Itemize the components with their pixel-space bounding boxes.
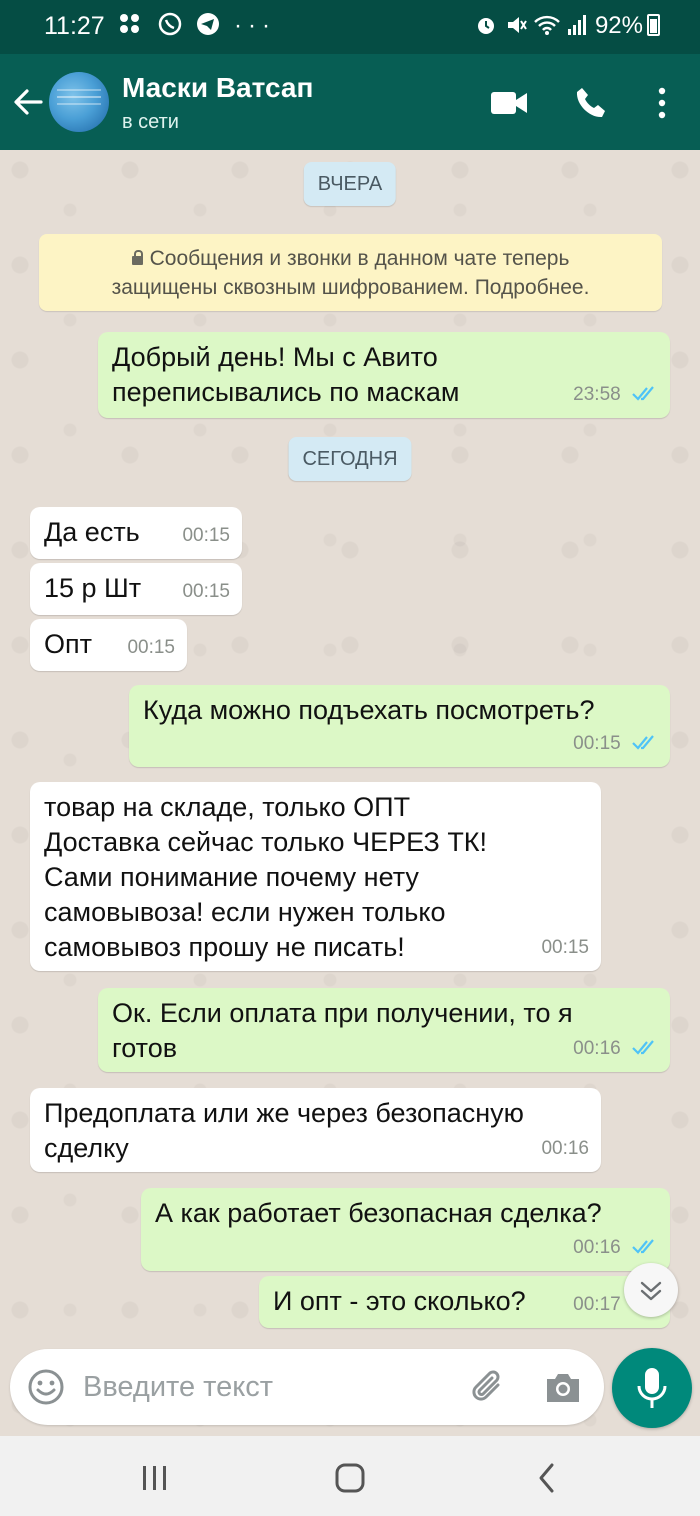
battery-icon xyxy=(647,14,660,36)
recents-icon[interactable] xyxy=(140,1463,170,1493)
message-time: 00:15 xyxy=(541,937,589,958)
back-arrow-icon[interactable] xyxy=(12,86,44,118)
message-time: 00:17 xyxy=(573,1294,621,1315)
date-divider-yesterday: ВЧЕРА xyxy=(303,162,397,206)
message-text: А как работает безопасная сделка? xyxy=(155,1198,602,1228)
message-time: 00:15 xyxy=(182,581,230,602)
mic-icon xyxy=(637,1368,667,1408)
chat-area[interactable]: ВЧЕРА Сообщения и звонки в данном чате т… xyxy=(0,150,700,1435)
message-text: товар на складе, только ОПТ Доставка сей… xyxy=(44,792,488,962)
message-text: Предоплата или же через безопасную сделк… xyxy=(44,1098,524,1163)
contact-name[interactable]: Маски Ватсап xyxy=(122,72,313,104)
attach-icon[interactable] xyxy=(468,1367,508,1407)
status-right: 92% xyxy=(474,12,660,40)
whatsapp-icon xyxy=(158,12,181,36)
encryption-notice-line: защищены сквозным шифрованием. Подробнее… xyxy=(111,276,590,299)
signal-icon xyxy=(568,15,587,35)
message-incoming[interactable]: Да есть 00:15 xyxy=(30,507,242,559)
message-text: И опт - это сколько? xyxy=(273,1286,526,1316)
camera-icon[interactable] xyxy=(543,1370,583,1406)
message-outgoing[interactable]: Добрый день! Мы с Авито переписывались п… xyxy=(98,332,670,418)
notification-icons: ··· xyxy=(118,11,276,40)
mic-button[interactable] xyxy=(612,1348,692,1428)
clock: 11:27 xyxy=(44,12,105,40)
message-text: Ок. Если оплата при получении, то я гото… xyxy=(112,998,573,1063)
home-icon[interactable] xyxy=(334,1462,366,1494)
phone-icon[interactable] xyxy=(574,86,608,120)
encryption-notice[interactable]: Сообщения и звонки в данном чате теперь … xyxy=(39,234,662,311)
status-bar: 11:27 ··· 92% xyxy=(0,0,700,54)
message-text: Да есть xyxy=(44,517,140,547)
telegram-icon xyxy=(197,13,220,35)
read-ticks-icon xyxy=(632,735,654,750)
contact-status: в сети xyxy=(122,111,179,133)
wifi-icon xyxy=(533,15,560,35)
message-outgoing[interactable]: Куда можно подъехать посмотреть? 00:15 xyxy=(129,685,670,767)
message-text: Опт xyxy=(44,629,92,659)
message-time: 00:16 xyxy=(541,1138,589,1159)
message-input[interactable]: Введите текст xyxy=(83,1371,273,1404)
system-nav-bar xyxy=(0,1436,700,1516)
message-meta: 00:16 xyxy=(573,1031,658,1066)
message-text: Куда можно подъехать посмотреть? xyxy=(143,695,595,725)
message-time: 00:15 xyxy=(573,733,621,754)
contact-avatar[interactable] xyxy=(49,72,109,132)
message-outgoing[interactable]: Ок. Если оплата при получении, то я гото… xyxy=(98,988,670,1072)
alarm-icon xyxy=(478,18,495,34)
message-time: 00:15 xyxy=(182,525,230,546)
message-outgoing[interactable]: И опт - это сколько? 00:17 xyxy=(259,1276,670,1328)
message-text: 15 р Шт xyxy=(44,573,142,603)
message-incoming[interactable]: Опт 00:15 xyxy=(30,619,187,671)
emoji-icon[interactable] xyxy=(26,1367,66,1407)
message-incoming[interactable]: Предоплата или же через безопасную сделк… xyxy=(30,1088,601,1172)
message-outgoing[interactable]: А как работает безопасная сделка? 00:16 xyxy=(141,1188,670,1271)
menu-dots-icon[interactable] xyxy=(657,87,667,119)
battery-percent: 92% xyxy=(594,12,643,39)
message-composer[interactable]: Введите текст xyxy=(10,1349,604,1425)
message-time: 00:16 xyxy=(573,1237,621,1258)
message-time: 23:58 xyxy=(573,384,621,405)
encryption-notice-line: Сообщения и звонки в данном чате теперь xyxy=(39,244,662,273)
date-divider-today: СЕГОДНЯ xyxy=(288,437,412,481)
message-meta: 00:15 xyxy=(573,726,658,761)
read-ticks-icon xyxy=(632,386,654,401)
blackberry-icon xyxy=(120,14,139,33)
read-ticks-icon xyxy=(632,1239,654,1254)
message-time: 00:15 xyxy=(127,637,175,658)
video-call-icon[interactable] xyxy=(490,90,528,116)
read-ticks-icon xyxy=(632,1040,654,1055)
message-time: 00:16 xyxy=(573,1038,621,1059)
message-incoming[interactable]: 15 р Шт 00:15 xyxy=(30,563,242,615)
message-text: Добрый день! Мы с Авито переписывались п… xyxy=(112,342,460,407)
message-meta: 23:58 xyxy=(573,377,658,412)
more-dots-icon: ··· xyxy=(234,12,276,39)
back-nav-icon[interactable] xyxy=(536,1462,558,1494)
chat-header: Маски Ватсап в сети xyxy=(0,54,700,150)
scroll-to-bottom-button[interactable] xyxy=(624,1263,678,1317)
message-meta: 00:16 xyxy=(573,1230,658,1265)
message-incoming[interactable]: товар на складе, только ОПТ Доставка сей… xyxy=(30,782,601,971)
double-chevron-down-icon xyxy=(640,1281,662,1301)
lock-icon xyxy=(131,250,143,265)
mute-icon xyxy=(507,17,527,33)
